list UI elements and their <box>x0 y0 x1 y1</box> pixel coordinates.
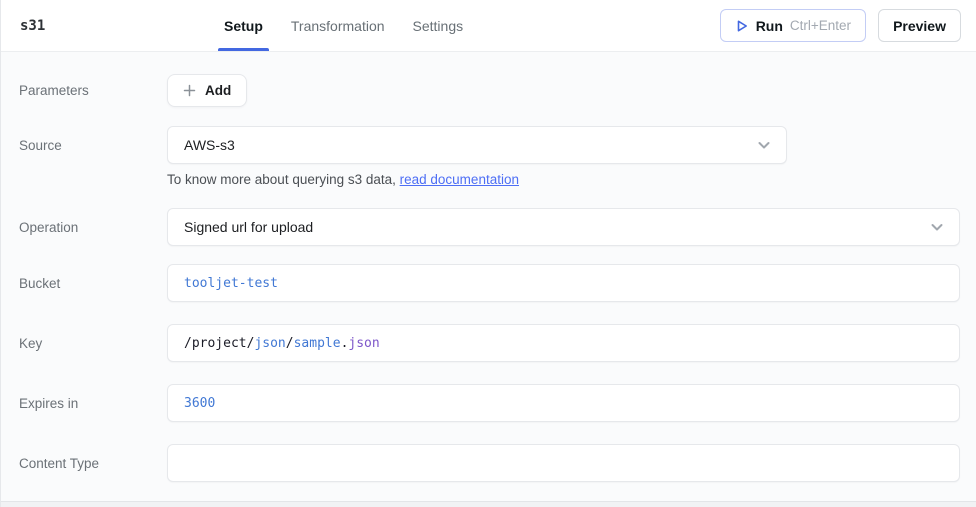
source-row: Source AWS-s3 <box>1 126 976 164</box>
source-helper-prefix: To know more about querying s3 data, <box>167 172 400 187</box>
content-type-input[interactable] <box>184 445 943 481</box>
tab-transformation[interactable]: Transformation <box>291 0 385 51</box>
expires-in-label: Expires in <box>19 396 167 411</box>
read-documentation-link[interactable]: read documentation <box>400 172 519 187</box>
source-select-value: AWS-s3 <box>184 137 235 153</box>
bucket-input-value: tooljet-test <box>184 276 278 291</box>
query-name[interactable]: s31 <box>20 18 160 34</box>
play-icon <box>735 19 749 33</box>
run-shortcut: Ctrl+Enter <box>790 18 851 33</box>
tab-transformation-label: Transformation <box>291 18 385 34</box>
operation-label: Operation <box>19 220 167 235</box>
bucket-input[interactable]: tooljet-test <box>167 264 960 302</box>
expires-in-input-value: 3600 <box>184 396 215 411</box>
parameters-label: Parameters <box>19 83 167 98</box>
operation-select[interactable]: Signed url for upload <box>167 208 960 246</box>
tab-setup[interactable]: Setup <box>224 0 263 51</box>
tab-setup-label: Setup <box>224 18 263 34</box>
parameters-row: Parameters Add <box>1 74 976 107</box>
content-type-row: Content Type <box>1 444 976 482</box>
run-button-label: Run <box>756 18 783 34</box>
key-label: Key <box>19 336 167 351</box>
key-input-value: /project/json/sample.json <box>184 336 380 351</box>
plus-icon <box>183 84 196 97</box>
key-input[interactable]: /project/json/sample.json <box>167 324 960 362</box>
chevron-down-icon <box>756 137 772 153</box>
bottom-divider <box>1 501 976 507</box>
source-helper-row: To know more about querying s3 data, rea… <box>1 164 976 208</box>
preview-button-label: Preview <box>893 18 946 34</box>
expires-in-row: Expires in 3600 <box>1 384 976 422</box>
query-editor-panel: s31 Setup Transformation Settings Run Ct… <box>0 0 976 507</box>
tab-settings[interactable]: Settings <box>413 0 464 51</box>
operation-select-value: Signed url for upload <box>184 219 313 235</box>
source-select[interactable]: AWS-s3 <box>167 126 787 164</box>
add-parameter-button[interactable]: Add <box>167 74 247 107</box>
run-button[interactable]: Run Ctrl+Enter <box>720 9 866 42</box>
tab-settings-label: Settings <box>413 18 464 34</box>
tab-bar: Setup Transformation Settings <box>224 0 463 51</box>
preview-button[interactable]: Preview <box>878 9 961 42</box>
content-type-input-wrap <box>167 444 960 482</box>
chevron-down-icon <box>929 219 945 235</box>
source-label: Source <box>19 138 167 153</box>
bucket-row: Bucket tooljet-test <box>1 264 976 302</box>
key-row: Key /project/json/sample.json <box>1 324 976 362</box>
query-form: Parameters Add Source AWS-s3 <box>1 52 976 482</box>
expires-in-input[interactable]: 3600 <box>167 384 960 422</box>
query-header: s31 Setup Transformation Settings Run Ct… <box>1 0 976 52</box>
add-parameter-label: Add <box>205 83 231 98</box>
operation-row: Operation Signed url for upload <box>1 208 976 246</box>
bucket-label: Bucket <box>19 276 167 291</box>
content-type-label: Content Type <box>19 456 167 471</box>
header-actions: Run Ctrl+Enter Preview <box>720 9 961 42</box>
source-helper-text: To know more about querying s3 data, rea… <box>167 172 960 187</box>
